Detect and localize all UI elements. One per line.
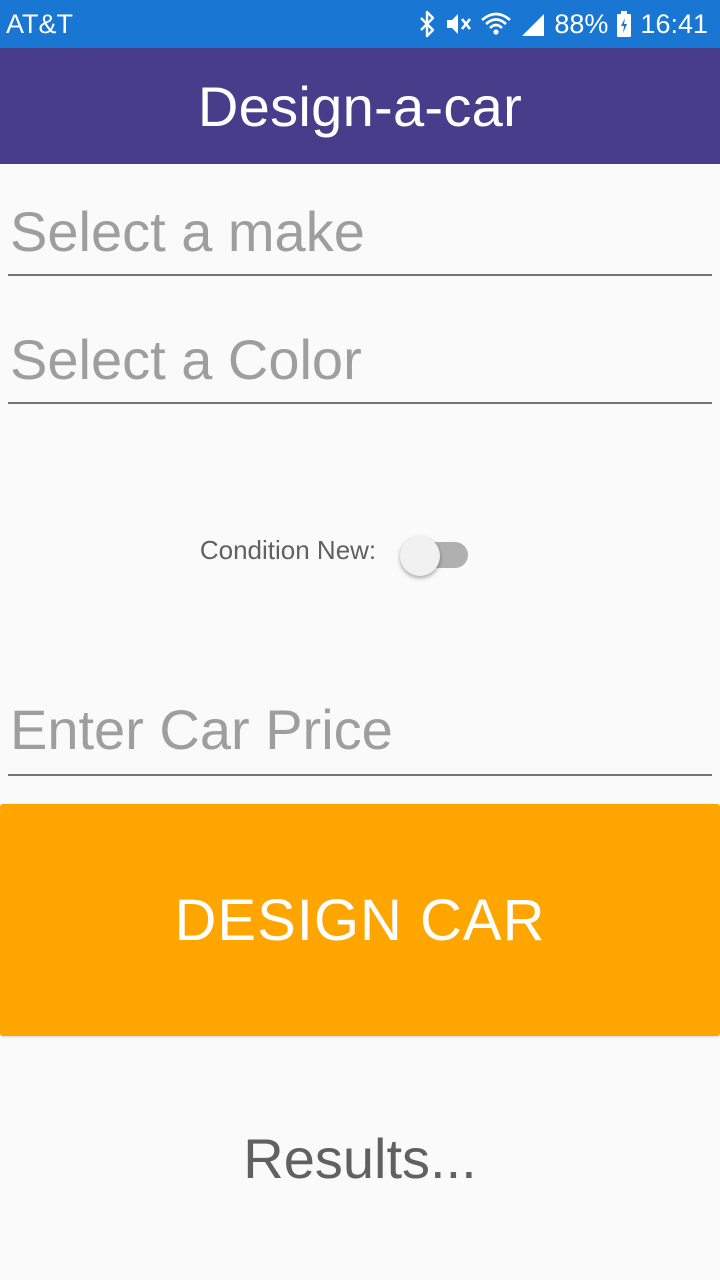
bluetooth-icon <box>418 10 436 38</box>
switch-thumb <box>400 536 441 576</box>
car-price-input[interactable] <box>8 694 712 776</box>
clock: 16:41 <box>640 8 708 39</box>
battery-percentage: 88% <box>554 8 609 39</box>
page-title: Design-a-car <box>197 74 523 138</box>
signal-icon <box>520 10 546 38</box>
status-bar: AT&T 88% 16:41 <box>0 0 720 48</box>
color-picker[interactable]: Select a Color <box>8 324 712 404</box>
mute-icon <box>444 10 472 38</box>
results-text: Results... <box>243 1127 477 1190</box>
carrier-name: AT&T <box>6 8 73 39</box>
make-picker[interactable]: Select a make <box>8 196 712 276</box>
status-icons: 88% 16:41 <box>418 9 708 40</box>
app-bar: Design-a-car <box>0 48 720 164</box>
condition-label: Condition New: <box>199 534 377 565</box>
design-car-button[interactable]: DESIGN CAR <box>0 804 720 1036</box>
wifi-icon <box>480 10 512 38</box>
battery-charging-icon <box>616 10 632 38</box>
condition-new-switch[interactable] <box>400 528 470 576</box>
condition-row: Condition New: <box>0 520 720 580</box>
